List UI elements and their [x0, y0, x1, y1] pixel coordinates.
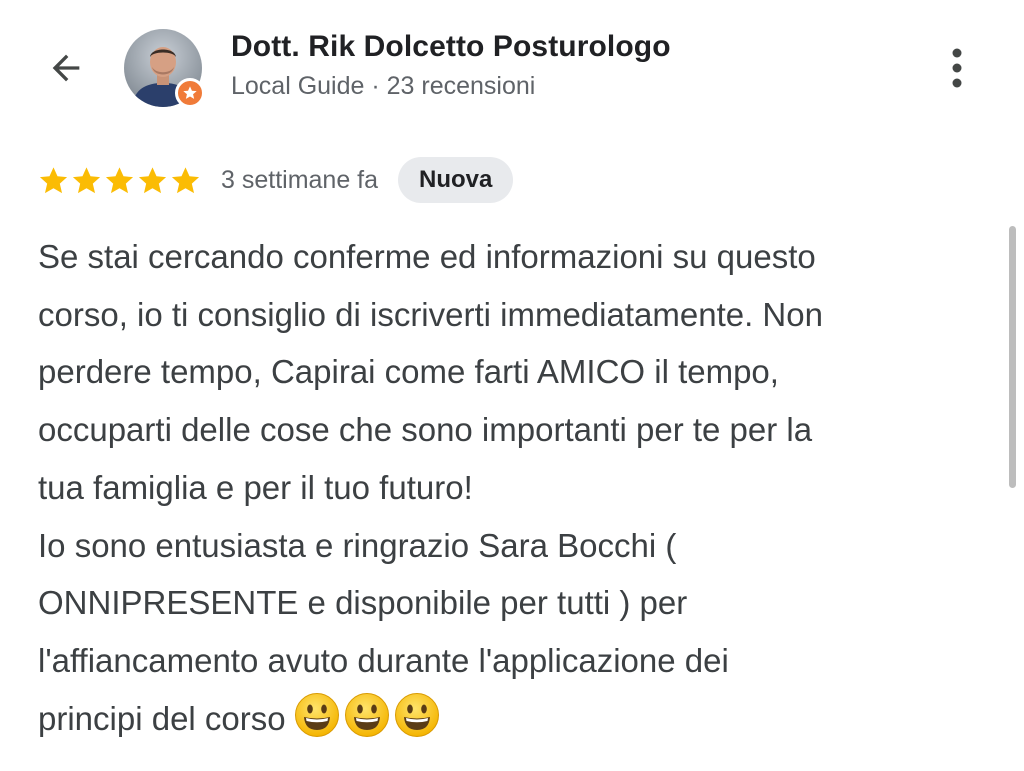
- star-icon: [171, 166, 200, 193]
- more-options-button[interactable]: [935, 42, 979, 94]
- review-line: ONNIPRESENTE e disponibile per tutti ) p…: [38, 584, 688, 622]
- more-vert-icon: [952, 48, 962, 88]
- review-screen: Dott. Rik Dolcetto Posturologo Local Gui…: [0, 0, 1024, 771]
- review-text: Se stai cercando conferme ed informazion…: [38, 228, 978, 747]
- star-rating: [38, 165, 201, 196]
- review-line: perdere tempo, Capirai come farti AMICO …: [38, 353, 779, 391]
- review-line: occuparti delle cose che sono importanti…: [38, 411, 813, 449]
- star-icon: [138, 166, 167, 193]
- reviewer-name[interactable]: Dott. Rik Dolcetto Posturologo: [231, 30, 671, 64]
- local-guide-badge: [175, 78, 205, 108]
- star-icon: [105, 166, 134, 193]
- grinning-face-icon: [394, 692, 439, 737]
- reviewer-avatar[interactable]: [124, 29, 205, 108]
- review-line: Io sono entusiasta e ringrazio Sara Bocc…: [38, 526, 677, 564]
- review-line: tua famiglia e per il tuo futuro!: [38, 468, 473, 506]
- review-time: 3 settimane fa: [221, 165, 379, 194]
- rating-row: 3 settimane fa Nuova: [38, 156, 514, 204]
- back-button[interactable]: [40, 44, 92, 92]
- review-last-line: principi del corso: [38, 690, 978, 748]
- review-line: corso, io ti consiglio di iscriverti imm…: [38, 295, 823, 333]
- arrow-back-icon: [52, 54, 80, 82]
- review-line: Se stai cercando conferme ed informazion…: [38, 238, 816, 275]
- grinning-face-icon: [344, 692, 389, 737]
- review-line: principi del corso: [38, 699, 286, 737]
- review-line: l'affiancamento avuto durante l'applicaz…: [38, 641, 729, 679]
- star-icon: [72, 166, 101, 193]
- grinning-face-icon: [294, 692, 339, 737]
- local-guide-star-icon: [183, 86, 197, 99]
- scrollbar[interactable]: [1009, 226, 1016, 488]
- new-badge: Nuova: [398, 157, 514, 203]
- emoji-group: [294, 692, 440, 738]
- star-icon: [39, 166, 68, 193]
- reviewer-meta: Local Guide · 23 recensioni: [231, 72, 536, 100]
